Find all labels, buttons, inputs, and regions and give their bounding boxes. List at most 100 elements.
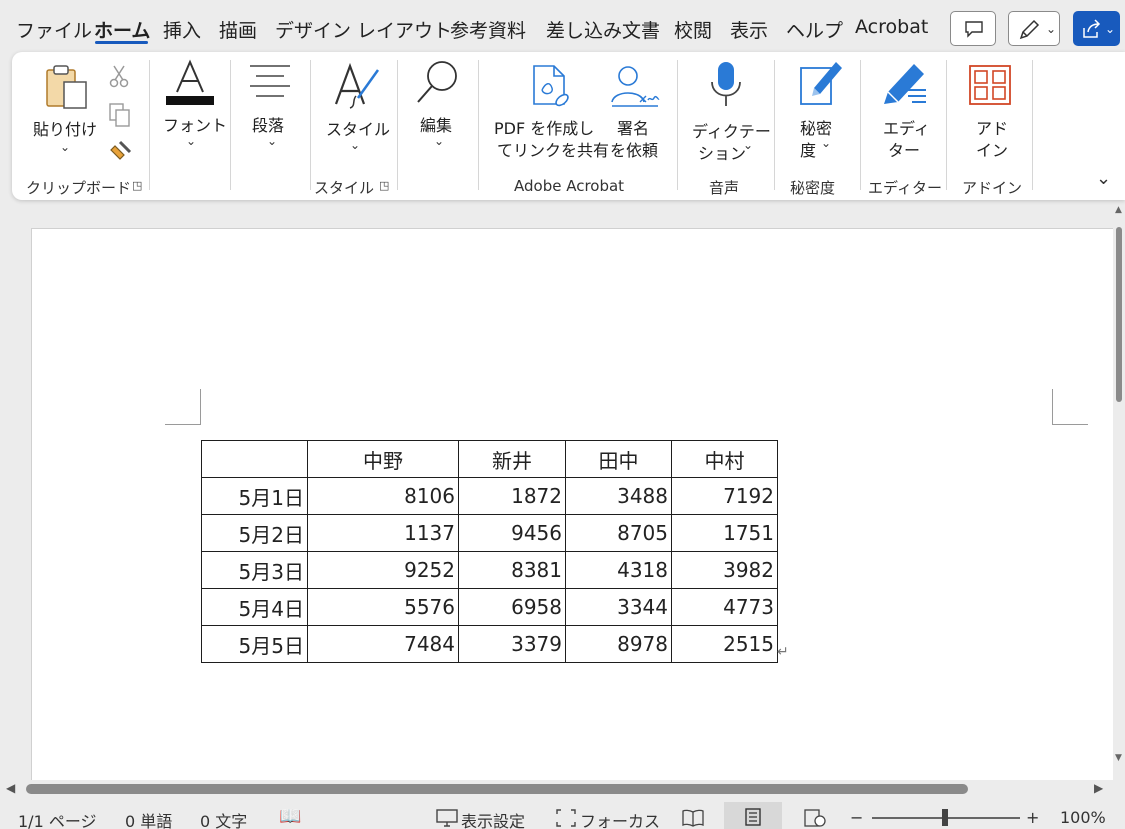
tab-mailings[interactable]: 差し込み文書 — [546, 16, 660, 43]
table-cell[interactable]: 1872 — [458, 477, 566, 515]
font-icon — [166, 59, 214, 105]
divider — [677, 60, 678, 190]
table-cell[interactable]: 7484 — [307, 625, 459, 663]
tab-file[interactable]: ファイル — [16, 16, 92, 43]
request-signature-label-1: 署名 — [617, 119, 650, 138]
scroll-up-icon[interactable]: ▲ — [1115, 205, 1122, 215]
crop-mark-left — [165, 389, 201, 425]
tab-view[interactable]: 表示 — [730, 16, 768, 43]
table-cell-date[interactable]: 5月1日 — [201, 477, 308, 515]
page-count[interactable]: 1/1 ページ — [18, 808, 97, 829]
ribbon-collapse-chevron-icon[interactable]: ⌄ — [1096, 168, 1111, 189]
editor-pen-icon — [884, 64, 926, 104]
scroll-down-icon[interactable]: ▼ — [1115, 753, 1122, 763]
focus-icon[interactable] — [556, 809, 576, 827]
char-count[interactable]: 0 文字 — [200, 808, 247, 829]
tab-layout[interactable]: レイアウト — [357, 16, 452, 43]
tab-help[interactable]: ヘルプ — [786, 16, 843, 43]
divider — [1032, 60, 1033, 190]
clipboard-icon — [46, 65, 87, 109]
chevron-down-icon: ⌄ — [1105, 22, 1116, 36]
scissors-icon[interactable] — [109, 64, 129, 88]
read-mode-icon[interactable] — [682, 809, 704, 827]
data-table[interactable]: 中野 新井 田中 中村 5月1日 8106 1872 3488 7192 5月2… — [201, 440, 778, 663]
table-cell[interactable]: 8978 — [565, 625, 672, 663]
table-row: 5月5日 7484 3379 8978 2515 — [201, 625, 778, 663]
table-header-cell[interactable]: 新井 — [458, 440, 566, 478]
create-pdf-label-1: PDF を作成し — [494, 119, 595, 138]
request-signature-label-2: を依頼 — [610, 141, 659, 160]
tab-draw[interactable]: 描画 — [219, 16, 257, 43]
table-cell[interactable]: 5576 — [307, 588, 459, 626]
table-cell[interactable]: 3379 — [458, 625, 566, 663]
tab-review[interactable]: 校閲 — [674, 16, 712, 43]
table-cell[interactable]: 4773 — [671, 588, 778, 626]
active-tab-indicator — [95, 41, 148, 44]
proofing-book-icon[interactable]: 📖 — [279, 806, 301, 827]
table-cell[interactable]: 3488 — [565, 477, 672, 515]
tab-design[interactable]: デザイン — [275, 16, 351, 43]
editing-mode-button[interactable]: ⌄ — [1008, 11, 1060, 46]
scroll-right-icon[interactable]: ▶ — [1094, 781, 1103, 795]
vertical-scrollbar[interactable]: ▲ ▼ — [1113, 205, 1125, 780]
styles-launcher-icon[interactable]: ◳ — [379, 179, 389, 192]
tab-acrobat[interactable]: Acrobat — [855, 16, 928, 38]
table-cell-date[interactable]: 5月5日 — [201, 625, 308, 663]
addins-group-label: アドイン — [962, 179, 1023, 197]
horizontal-scroll-thumb[interactable] — [26, 784, 968, 794]
divider — [149, 60, 150, 190]
table-header-cell[interactable] — [201, 440, 308, 478]
table-cell[interactable]: 8705 — [565, 514, 672, 552]
chevron-down-icon: ⌄ — [186, 134, 197, 148]
table-header-cell[interactable]: 中村 — [671, 440, 778, 478]
table-cell-date[interactable]: 5月4日 — [201, 588, 308, 626]
tab-references[interactable]: 参考資料 — [450, 16, 526, 43]
focus-label[interactable]: フォーカス — [580, 808, 660, 829]
addins-grid-icon — [969, 65, 1011, 105]
divider — [397, 60, 398, 190]
zoom-out-icon[interactable]: − — [850, 808, 863, 827]
tab-home[interactable]: ホーム — [94, 16, 150, 43]
share-button[interactable]: ⌄ — [1073, 11, 1120, 46]
table-cell[interactable]: 8106 — [307, 477, 459, 515]
table-header-cell[interactable]: 中野 — [307, 440, 459, 478]
zoom-level[interactable]: 100% — [1060, 808, 1106, 827]
table-cell[interactable]: 1751 — [671, 514, 778, 552]
scroll-left-icon[interactable]: ◀ — [6, 781, 15, 795]
tab-insert[interactable]: 挿入 — [163, 16, 201, 43]
clipboard-group-label: クリップボード — [26, 179, 132, 197]
divider — [478, 60, 479, 190]
table-cell[interactable]: 1137 — [307, 514, 459, 552]
comments-button[interactable] — [950, 11, 996, 46]
copy-icon[interactable] — [108, 102, 132, 128]
table-cell[interactable]: 7192 — [671, 477, 778, 515]
table-cell[interactable]: 9456 — [458, 514, 566, 552]
document-page[interactable]: 中野 新井 田中 中村 5月1日 8106 1872 3488 7192 5月2… — [31, 228, 1113, 780]
print-layout-button[interactable] — [724, 802, 782, 829]
table-cell[interactable]: 3344 — [565, 588, 672, 626]
zoom-slider-thumb[interactable] — [942, 809, 948, 826]
table-cell[interactable]: 6958 — [458, 588, 566, 626]
sensitivity-label-2: 度 — [800, 141, 817, 160]
word-count[interactable]: 0 単語 — [125, 808, 172, 829]
table-header-cell[interactable]: 田中 — [565, 440, 672, 478]
status-bar: 1/1 ページ 0 単語 0 文字 📖 表示設定 フォーカス − + 100% — [0, 802, 1125, 829]
table-cell[interactable]: 2515 — [671, 625, 778, 663]
dictate-label-2: ション — [698, 144, 747, 163]
paste-label: 貼り付け — [33, 120, 98, 139]
table-cell[interactable]: 9252 — [307, 551, 459, 589]
table-cell[interactable]: 4318 — [565, 551, 672, 589]
horizontal-scrollbar[interactable]: ◀ ▶ — [0, 780, 1113, 798]
web-layout-icon[interactable] — [804, 809, 826, 827]
clipboard-launcher-icon[interactable]: ◳ — [132, 179, 142, 192]
table-cell[interactable]: 8381 — [458, 551, 566, 589]
table-cell-date[interactable]: 5月2日 — [201, 514, 308, 552]
table-cell[interactable]: 3982 — [671, 551, 778, 589]
table-cell-date[interactable]: 5月3日 — [201, 551, 308, 589]
display-settings-icon[interactable] — [436, 809, 458, 827]
zoom-in-icon[interactable]: + — [1026, 808, 1039, 827]
format-painter-icon[interactable] — [108, 138, 134, 164]
display-settings-label[interactable]: 表示設定 — [461, 808, 525, 829]
paragraph-icon — [250, 65, 290, 97]
vertical-scroll-thumb[interactable] — [1116, 227, 1122, 402]
